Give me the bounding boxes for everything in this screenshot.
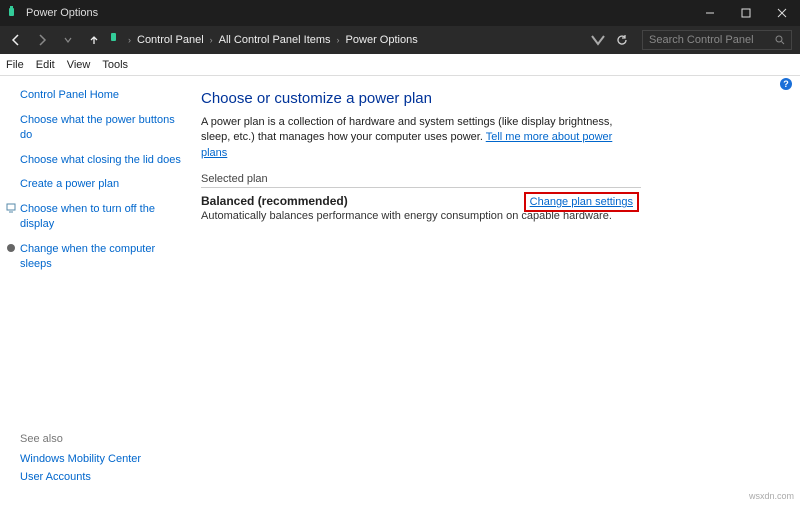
sidebar-link-label: Change when the computer sleeps	[20, 242, 185, 272]
close-button[interactable]	[764, 0, 800, 26]
up-button[interactable]	[82, 28, 106, 52]
plan-row: Balanced (recommended) Change plan setti…	[201, 194, 641, 222]
see-also-heading: See also	[20, 433, 63, 445]
recent-dropdown[interactable]	[56, 28, 80, 52]
breadcrumb-leaf[interactable]: Power Options	[346, 34, 418, 46]
back-button[interactable]	[4, 28, 28, 52]
help-icon[interactable]: ?	[780, 78, 792, 90]
search-input[interactable]: Search Control Panel	[642, 30, 792, 50]
menu-file[interactable]: File	[6, 59, 24, 71]
app-icon	[6, 6, 20, 20]
sidebar-link-turn-off-display[interactable]: Choose when to turn off the display	[6, 202, 185, 232]
moon-icon	[6, 243, 16, 253]
sidebar-link-power-buttons[interactable]: Choose what the power buttons do	[20, 113, 185, 143]
see-link-user-accounts[interactable]: User Accounts	[20, 471, 91, 483]
breadcrumb-mid[interactable]: All Control Panel Items	[219, 34, 331, 46]
minimize-button[interactable]	[692, 0, 728, 26]
sidebar: Control Panel Home Choose what the power…	[0, 76, 195, 505]
sidebar-link-create-plan[interactable]: Create a power plan	[20, 177, 185, 192]
menu-tools[interactable]: Tools	[102, 59, 128, 71]
navbar: › Control Panel › All Control Panel Item…	[0, 26, 800, 54]
sidebar-link-closing-lid[interactable]: Choose what closing the lid does	[20, 153, 185, 168]
change-plan-settings-link[interactable]: Change plan settings	[526, 194, 637, 210]
menu-view[interactable]: View	[67, 59, 91, 71]
monitor-icon	[6, 203, 16, 213]
titlebar: Power Options	[0, 0, 800, 26]
selected-plan-label: Selected plan	[201, 173, 641, 188]
breadcrumb-root[interactable]: Control Panel	[137, 34, 204, 46]
chevron-right-icon: ›	[210, 35, 213, 45]
refresh-button[interactable]	[610, 28, 634, 52]
path-icon	[108, 31, 122, 50]
search-placeholder: Search Control Panel	[649, 34, 775, 46]
sidebar-link-computer-sleeps[interactable]: Change when the computer sleeps	[6, 242, 185, 272]
chevron-right-icon: ›	[337, 35, 340, 45]
breadcrumb[interactable]: › Control Panel › All Control Panel Item…	[128, 34, 418, 46]
chevron-right-icon: ›	[128, 35, 131, 45]
page-heading: Choose or customize a power plan	[201, 90, 782, 107]
content: Control Panel Home Choose what the power…	[0, 76, 800, 505]
window-title: Power Options	[26, 7, 98, 19]
search-icon	[775, 35, 785, 45]
maximize-button[interactable]	[728, 0, 764, 26]
plan-description: Automatically balances performance with …	[201, 210, 641, 222]
sidebar-link-label: Choose when to turn off the display	[20, 202, 185, 232]
watermark: wsxdn.com	[749, 491, 794, 501]
page-description: A power plan is a collection of hardware…	[201, 115, 641, 161]
see-link-mobility-center[interactable]: Windows Mobility Center	[20, 453, 141, 465]
forward-button[interactable]	[30, 28, 54, 52]
address-dropdown[interactable]	[588, 28, 608, 52]
sidebar-home[interactable]: Control Panel Home	[20, 88, 185, 103]
menubar: File Edit View Tools	[0, 54, 800, 76]
menu-edit[interactable]: Edit	[36, 59, 55, 71]
main: ? Choose or customize a power plan A pow…	[195, 76, 800, 505]
